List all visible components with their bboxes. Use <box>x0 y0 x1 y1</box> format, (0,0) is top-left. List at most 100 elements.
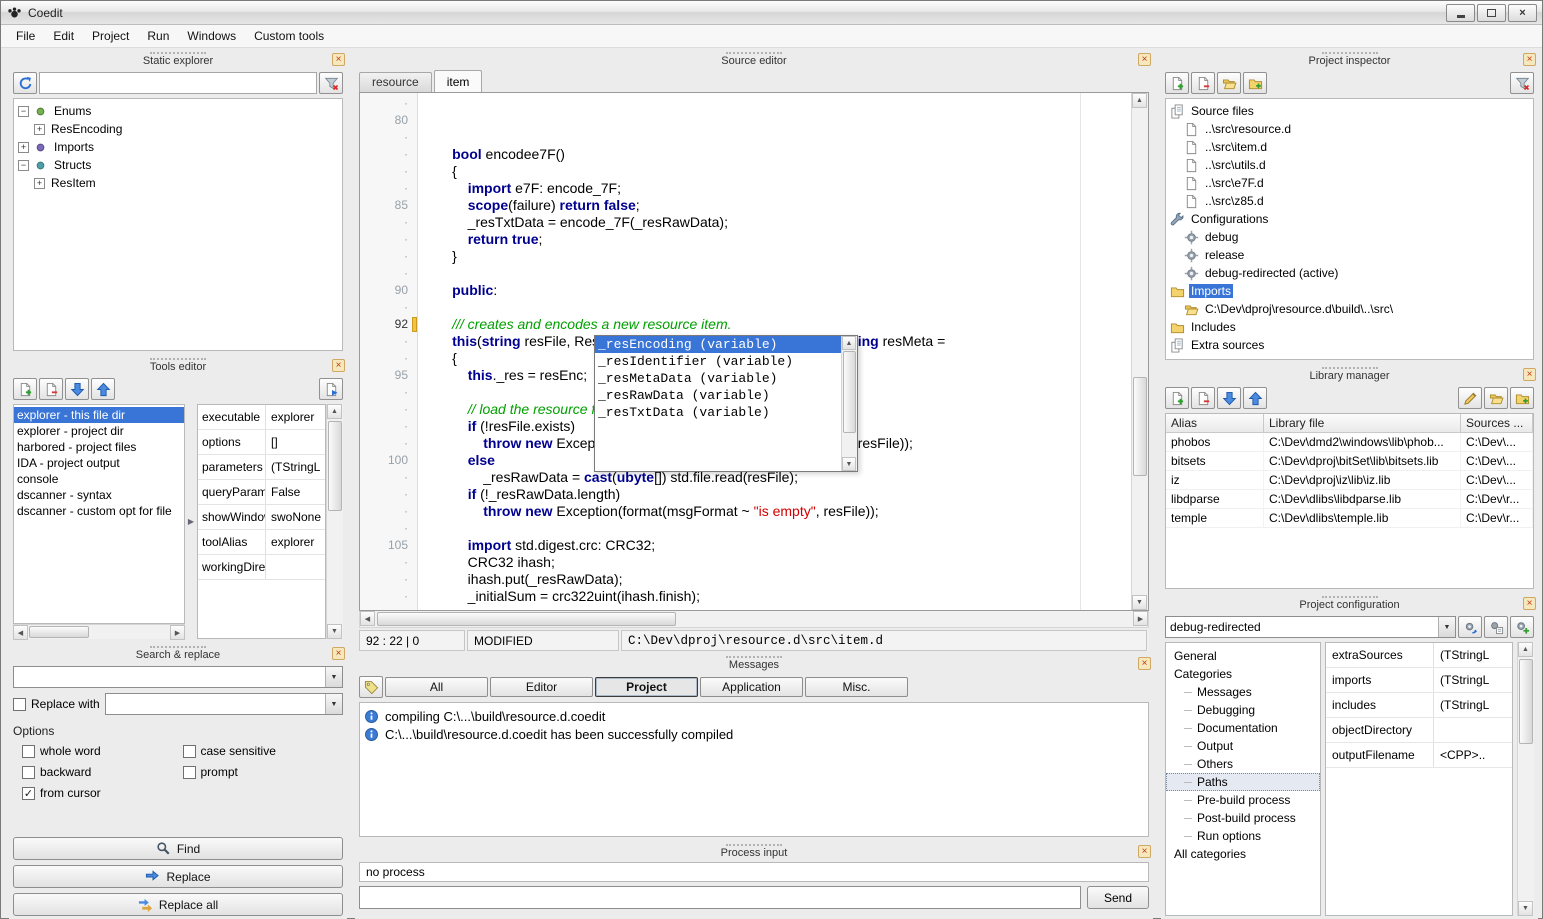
prop-value[interactable]: [] <box>266 435 325 449</box>
category-item[interactable]: Paths <box>1166 773 1320 791</box>
doc-plus-button[interactable] <box>13 378 37 400</box>
library-row[interactable]: phobosC:\Dev\dmd2\windows\lib\phob...C:\… <box>1166 433 1533 452</box>
filter-button[interactable] <box>319 72 343 94</box>
library-row[interactable]: izC:\Dev\dproj\iz\lib\iz.libC:\Dev\... <box>1166 471 1533 490</box>
drag-grip[interactable] <box>1322 52 1378 54</box>
tool-list-item[interactable]: explorer - this file dir <box>14 407 184 423</box>
gutter-line[interactable]: 85 <box>360 197 408 214</box>
scroll-down-icon[interactable]: ▼ <box>842 457 856 471</box>
category-item[interactable]: General <box>1166 647 1320 665</box>
chevron-down-icon[interactable]: ▼ <box>325 694 342 714</box>
search-term-input[interactable] <box>14 667 325 687</box>
horizontal-scrollbar[interactable]: ◀ ▶ <box>359 611 1149 628</box>
code-line[interactable]: return true; <box>421 231 1131 248</box>
scroll-up-icon[interactable]: ▲ <box>1518 642 1533 657</box>
send-button[interactable]: Send <box>1087 886 1149 909</box>
search-term-combo[interactable]: ▼ <box>13 666 343 688</box>
filter-all-button[interactable]: All <box>385 677 488 697</box>
menu-custom-tools[interactable]: Custom tools <box>245 26 333 46</box>
doc-minus-button[interactable] <box>39 378 63 400</box>
config-prop-row[interactable]: imports(TStringL <box>1326 668 1512 693</box>
code-line[interactable]: CRC32 ihash; <box>421 554 1131 571</box>
tree-item[interactable]: Includes <box>1166 318 1533 336</box>
gutter-line[interactable]: · <box>360 486 408 503</box>
filter-project-button[interactable]: Project <box>595 677 698 697</box>
gutter-line[interactable]: · <box>360 265 408 282</box>
checkbox-prompt[interactable]: prompt <box>183 765 344 779</box>
scroll-up-icon[interactable]: ▲ <box>327 404 342 419</box>
config-prop-row[interactable]: outputFilename<CPP>.. <box>1326 743 1512 768</box>
arrow-up-button[interactable] <box>1243 387 1267 409</box>
gutter-line[interactable]: · <box>360 129 408 146</box>
code-line[interactable]: _initialSum = crc322uint(ihash.finish); <box>421 588 1131 605</box>
gutter-line[interactable]: · <box>360 418 408 435</box>
tool-list-item[interactable]: IDA - project output <box>14 455 184 471</box>
maximize-button[interactable] <box>1477 4 1506 22</box>
gutter-line[interactable]: · <box>360 571 408 588</box>
title-bar[interactable]: Coedit × <box>1 1 1542 25</box>
code-line[interactable]: public: <box>421 282 1131 299</box>
scrollbar-thumb[interactable] <box>328 421 342 511</box>
close-panel-icon[interactable]: × <box>1523 53 1536 66</box>
close-panel-icon[interactable]: × <box>1523 597 1536 610</box>
close-button[interactable]: × <box>1508 4 1537 22</box>
gear-plus-button[interactable] <box>1510 616 1534 638</box>
panel-header[interactable]: Static explorer× <box>9 51 347 68</box>
library-row[interactable]: libdparseC:\Dev\dlibs\libdparse.libC:\De… <box>1166 490 1533 509</box>
doc-plus-button[interactable] <box>1165 387 1189 409</box>
scroll-down-icon[interactable]: ▼ <box>327 624 342 639</box>
symbol-search-input[interactable] <box>39 72 317 94</box>
panel-header[interactable]: Project inspector× <box>1161 51 1538 68</box>
code-line[interactable]: import e7F: encode_7F; <box>421 180 1131 197</box>
tree-item[interactable]: release <box>1166 246 1533 264</box>
panel-header[interactable]: Messages× <box>355 655 1153 672</box>
close-panel-icon[interactable]: × <box>1138 53 1151 66</box>
prop-value[interactable]: (TStringL <box>266 460 325 474</box>
panel-header[interactable]: Tools editor× <box>9 357 347 374</box>
prop-value[interactable]: <CPP>.. <box>1434 748 1512 762</box>
drag-grip[interactable] <box>726 844 782 846</box>
vertical-scrollbar[interactable]: ▲ ▼ <box>841 336 857 471</box>
category-item[interactable]: Debugging <box>1166 701 1320 719</box>
gutter-line[interactable]: · <box>360 588 408 605</box>
vertical-scrollbar[interactable]: ▲ ▼ <box>1517 642 1534 916</box>
filter-misc-button[interactable]: Misc. <box>805 677 908 697</box>
drag-grip[interactable] <box>150 646 206 648</box>
category-item[interactable]: Others <box>1166 755 1320 773</box>
menu-edit[interactable]: Edit <box>44 26 83 46</box>
scroll-right-icon[interactable]: ▶ <box>170 625 185 640</box>
code-line[interactable] <box>421 605 1131 610</box>
gutter-line[interactable]: 105 <box>360 537 408 554</box>
code-line[interactable]: throw new Exception(format(msgFormat ~ "… <box>421 503 1131 520</box>
menu-windows[interactable]: Windows <box>178 26 245 46</box>
code-line[interactable]: { <box>421 163 1131 180</box>
close-panel-icon[interactable]: × <box>1138 657 1151 670</box>
tree-item[interactable]: ..\src\item.d <box>1166 138 1533 156</box>
drag-grip[interactable] <box>1322 596 1378 598</box>
gutter-line[interactable]: · <box>360 146 408 163</box>
checkbox-case-sensitive[interactable]: case sensitive <box>183 744 344 758</box>
drag-grip[interactable] <box>726 656 782 658</box>
prop-value[interactable]: explorer <box>266 410 325 424</box>
prop-value[interactable]: False <box>266 485 325 499</box>
tree-item[interactable]: +ResEncoding <box>14 120 342 138</box>
prop-value[interactable]: (TStringL <box>1434 673 1512 687</box>
code-line[interactable] <box>421 299 1131 316</box>
refresh-button[interactable] <box>13 72 37 94</box>
gutter-line[interactable]: · <box>360 163 408 180</box>
gutter-line[interactable]: · <box>360 350 408 367</box>
arrow-down-button[interactable] <box>65 378 89 400</box>
gutter-line[interactable]: 90 <box>360 282 408 299</box>
completion-item[interactable]: _resMetaData (variable) <box>595 370 841 387</box>
scrollbar-thumb[interactable] <box>377 612 676 626</box>
scroll-down-icon[interactable]: ▼ <box>1518 901 1533 916</box>
panel-header[interactable]: Search & replace× <box>9 645 347 662</box>
code-line[interactable]: import std.digest.crc: CRC32; <box>421 537 1131 554</box>
code-line[interactable]: ihash.put(_resRawData); <box>421 571 1131 588</box>
library-row[interactable]: bitsetsC:\Dev\dproj\bitSet\lib\bitsets.l… <box>1166 452 1533 471</box>
panel-header[interactable]: Project configuration× <box>1161 595 1538 612</box>
replace-all-button[interactable]: Replace all <box>13 893 343 916</box>
gutter-line[interactable]: · <box>360 231 408 248</box>
tree-item[interactable]: ..\src\resource.d <box>1166 120 1533 138</box>
gutter-line[interactable]: · <box>360 401 408 418</box>
